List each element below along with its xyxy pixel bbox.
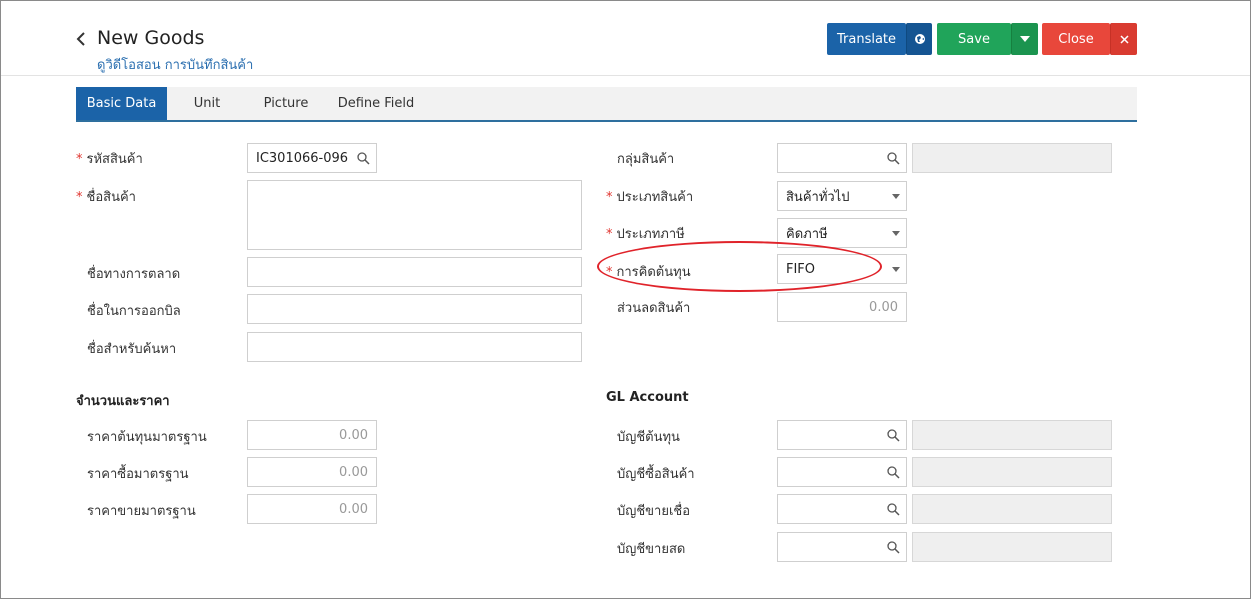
tab-picture[interactable]: Picture xyxy=(252,87,320,120)
tutorial-video-link[interactable]: ดูวิดีโอสอน การบันทึกสินค้า xyxy=(97,54,253,75)
product-name-label: * ชื่อสินค้า xyxy=(76,190,136,205)
tax-type-label: * ประเภทภาษี xyxy=(606,227,685,242)
search-icon[interactable] xyxy=(887,541,900,554)
required-mark: * xyxy=(606,227,613,242)
product-code-label: * รหัสสินค้า xyxy=(76,152,143,167)
tax-type-select[interactable]: คิดภาษี xyxy=(777,218,907,248)
billing-name-input[interactable] xyxy=(247,294,582,324)
product-type-select[interactable]: สินค้าทั่วไป xyxy=(777,181,907,211)
required-mark: * xyxy=(76,190,83,205)
required-mark: * xyxy=(606,190,613,205)
credit-sales-account-input[interactable] xyxy=(777,494,907,524)
marketing-name-input[interactable] xyxy=(247,257,582,287)
purchase-account-label: บัญชีซื้อสินค้า xyxy=(617,467,695,482)
standard-buy-input[interactable]: 0.00 xyxy=(247,457,377,487)
cost-account-name-field xyxy=(912,420,1112,450)
required-mark: * xyxy=(606,265,613,280)
product-type-value: สินค้าทั่วไป xyxy=(786,189,850,205)
product-type-label: * ประเภทสินค้า xyxy=(606,190,694,205)
costing-method-value: FIFO xyxy=(786,261,816,277)
standard-cost-label: ราคาต้นทุนมาตรฐาน xyxy=(87,430,207,445)
required-mark: * xyxy=(76,152,83,167)
billing-name-label: ชื่อในการออกบิล xyxy=(87,304,181,319)
cash-sales-account-label: บัญชีขายสด xyxy=(617,542,686,557)
purchase-account-input[interactable] xyxy=(777,457,907,487)
close-button[interactable]: Close xyxy=(1042,23,1110,55)
tab-basic-data[interactable]: Basic Data xyxy=(76,87,167,120)
standard-buy-label: ราคาซื้อมาตรฐาน xyxy=(87,467,189,482)
tab-unit[interactable]: Unit xyxy=(173,87,241,120)
standard-cost-input[interactable]: 0.00 xyxy=(247,420,377,450)
product-code-value: IC301066-096 xyxy=(256,150,349,166)
marketing-name-label: ชื่อทางการตลาด xyxy=(87,267,181,282)
cost-account-label: บัญชีต้นทุน xyxy=(617,430,680,445)
tax-type-value: คิดภาษี xyxy=(786,226,828,242)
search-icon[interactable] xyxy=(887,466,900,479)
product-group-name-field xyxy=(912,143,1112,173)
cost-account-input[interactable] xyxy=(777,420,907,450)
close-icon[interactable] xyxy=(1110,23,1137,55)
search-name-input[interactable] xyxy=(247,332,582,362)
search-icon[interactable] xyxy=(887,152,900,165)
translate-button[interactable]: Translate xyxy=(827,23,906,55)
caret-down-icon xyxy=(892,231,900,236)
product-name-textarea[interactable] xyxy=(247,180,582,250)
product-group-label: กลุ่มสินค้า xyxy=(617,152,675,167)
caret-down-icon xyxy=(892,267,900,272)
cash-sales-account-input[interactable] xyxy=(777,532,907,562)
page-title: New Goods xyxy=(97,27,205,49)
tab-define-field[interactable]: Define Field xyxy=(334,87,418,120)
credit-sales-account-label: บัญชีขายเชื่อ xyxy=(617,504,691,519)
search-name-label: ชื่อสำหรับค้นหา xyxy=(87,342,177,357)
header-divider xyxy=(1,75,1250,76)
product-code-input[interactable]: IC301066-096 xyxy=(247,143,377,173)
pricing-section-title: จำนวนและราคา xyxy=(76,394,170,409)
standard-sell-label: ราคาขายมาตรฐาน xyxy=(87,504,196,519)
back-arrow-icon[interactable] xyxy=(74,31,88,47)
search-icon[interactable] xyxy=(887,503,900,516)
discount-input[interactable]: 0.00 xyxy=(777,292,907,322)
caret-down-icon xyxy=(892,194,900,199)
credit-sales-account-name-field xyxy=(912,494,1112,524)
globe-icon[interactable] xyxy=(906,23,932,55)
save-button[interactable]: Save xyxy=(937,23,1011,55)
save-options-dropdown[interactable] xyxy=(1011,23,1038,55)
discount-label: ส่วนลดสินค้า xyxy=(617,301,691,316)
costing-method-label: * การคิดต้นทุน xyxy=(606,265,691,280)
gl-account-section-title: GL Account xyxy=(606,390,689,405)
tab-bar: Basic Data Unit Picture Define Field xyxy=(76,87,1137,122)
cash-sales-account-name-field xyxy=(912,532,1112,562)
search-icon[interactable] xyxy=(887,429,900,442)
search-icon[interactable] xyxy=(357,152,370,165)
standard-sell-input[interactable]: 0.00 xyxy=(247,494,377,524)
purchase-account-name-field xyxy=(912,457,1112,487)
product-group-input[interactable] xyxy=(777,143,907,173)
costing-method-select[interactable]: FIFO xyxy=(777,254,907,284)
chevron-down-icon xyxy=(1020,36,1030,42)
